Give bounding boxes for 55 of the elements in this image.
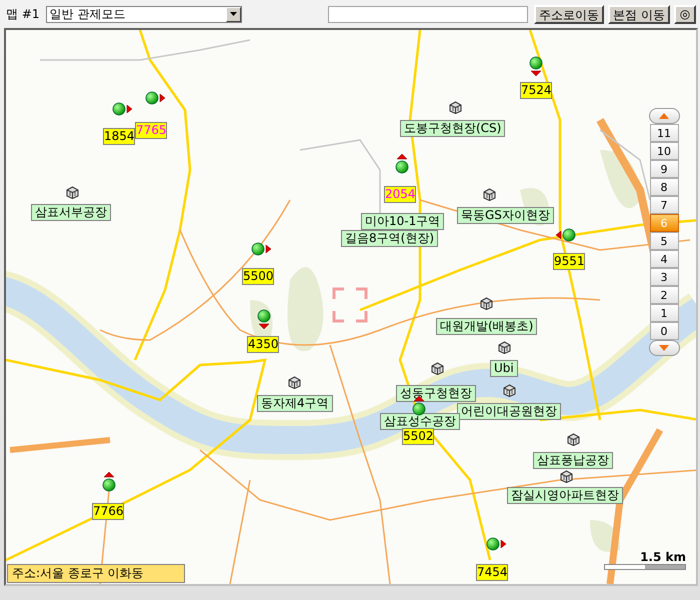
vehicle-number-label[interactable]: 9551: [553, 253, 585, 270]
move-button[interactable]: 본점 이동: [608, 4, 670, 24]
building-icon: [288, 376, 301, 389]
map-number-label: 맵 #1: [6, 6, 40, 22]
mode-dropdown[interactable]: 일반 관제모드: [46, 6, 242, 22]
zoom-level-button[interactable]: 1: [650, 304, 678, 322]
zoom-level-button[interactable]: 8: [650, 178, 678, 196]
site-label[interactable]: 대원개발(배봉초): [436, 318, 538, 335]
building-icon: [567, 433, 580, 446]
building-icon: [431, 362, 444, 375]
zoom-level-button[interactable]: 0: [650, 322, 678, 340]
move-button[interactable]: 주소로이동: [534, 4, 604, 24]
address-search-field[interactable]: [328, 6, 528, 22]
site-label[interactable]: 도봉구청현장(CS): [400, 120, 506, 137]
site-label[interactable]: 삼표서부공장: [31, 204, 111, 221]
vehicle-number-label[interactable]: 1854: [103, 128, 135, 145]
building-icon: [560, 470, 573, 483]
vehicle-number-label[interactable]: 5500: [242, 268, 274, 285]
site-label[interactable]: 어린이대공원현장: [457, 403, 561, 420]
selection-corners-icon: [332, 287, 368, 323]
target-button[interactable]: ◎: [674, 4, 696, 24]
site-label[interactable]: 미아10-1구역: [361, 213, 444, 230]
site-label[interactable]: 동자제4구역: [257, 395, 333, 412]
site-label[interactable]: 삼표성수공장: [380, 413, 460, 430]
building-icon: [449, 101, 462, 114]
site-label[interactable]: 길음8구역(현장): [341, 230, 438, 247]
zoom-level-button[interactable]: 4: [650, 250, 678, 268]
site-label[interactable]: 묵동GS자이현장: [457, 207, 554, 224]
scale-label: 1.5 km: [640, 550, 686, 564]
zoom-level-button[interactable]: 5: [650, 232, 678, 250]
site-label[interactable]: 성동구청현장: [396, 385, 476, 402]
zoom-level-button[interactable]: 10: [650, 142, 678, 160]
zoom-level-button[interactable]: 2: [650, 286, 678, 304]
address-label: 주소:서울 종로구 이화동: [7, 564, 185, 583]
triangle-down-icon: [659, 345, 669, 351]
vehicle-number-label[interactable]: 7454: [476, 564, 508, 581]
vehicle-number-label[interactable]: 4350: [247, 336, 279, 353]
building-icon: [66, 186, 79, 199]
zoom-level-button[interactable]: 3: [650, 268, 678, 286]
zoom-level-button[interactable]: 11: [650, 124, 678, 142]
zoom-out-button[interactable]: [648, 340, 680, 356]
site-label[interactable]: Ubi: [490, 360, 518, 377]
site-label[interactable]: 삼표풍납공장: [533, 452, 613, 469]
vehicle-number-label[interactable]: 7766: [92, 503, 124, 520]
building-icon: [480, 297, 493, 310]
zoom-level-button[interactable]: 9: [650, 160, 678, 178]
building-icon: [503, 384, 516, 397]
building-icon: [483, 188, 496, 201]
site-label[interactable]: 잠실시영아파트현장: [507, 487, 623, 504]
triangle-up-icon: [659, 113, 669, 119]
vehicle-number-label[interactable]: 7524: [520, 82, 552, 99]
zoom-in-button[interactable]: [648, 108, 680, 124]
vehicle-number-label[interactable]: 5502: [402, 428, 434, 445]
zoom-level-button[interactable]: 7: [650, 196, 678, 214]
building-icon: [498, 341, 511, 354]
